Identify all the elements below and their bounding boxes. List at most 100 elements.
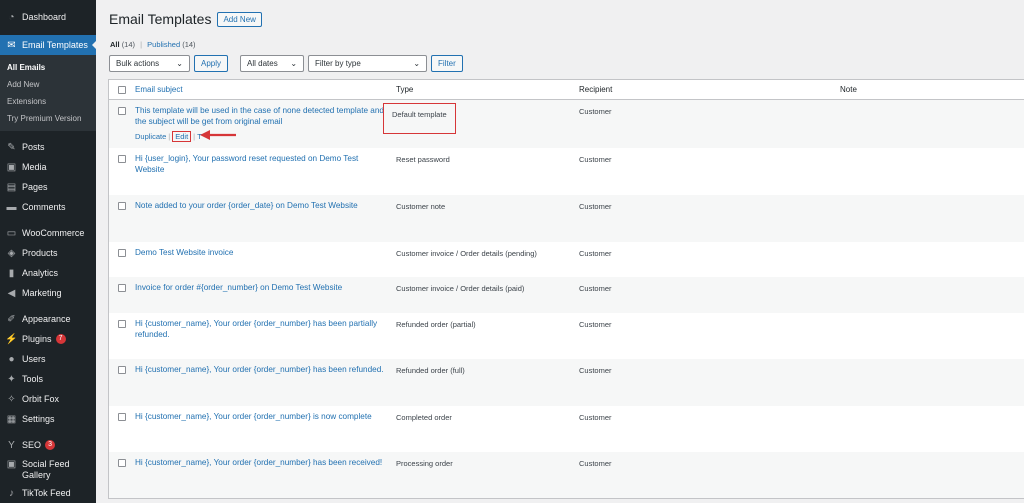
sidebar-item-label: Posts bbox=[22, 142, 45, 152]
view-separator: | bbox=[140, 40, 143, 49]
sidebar-item-orbit-fox[interactable]: ✧ Orbit Fox bbox=[0, 389, 96, 409]
table-row: Hi {customer_name}, Your order {order_nu… bbox=[109, 313, 1024, 359]
table-row: Hi {customer_name}, Your order {order_nu… bbox=[109, 452, 1024, 498]
plugins-icon: ⚡ bbox=[5, 333, 18, 345]
seo-notification-badge: 3 bbox=[45, 440, 56, 450]
filter-button[interactable]: Filter bbox=[431, 55, 463, 72]
sidebar-item-label: Plugins bbox=[22, 334, 52, 344]
select-all-checkbox[interactable] bbox=[118, 85, 126, 94]
bulk-actions-select[interactable]: Bulk actions ⌄ bbox=[109, 55, 190, 72]
edit-link[interactable]: Edit bbox=[172, 131, 192, 142]
row-checkbox[interactable] bbox=[118, 155, 126, 163]
email-subject-link[interactable]: Invoice for order #{order_number} on Dem… bbox=[135, 277, 396, 293]
row-checkbox[interactable] bbox=[118, 107, 126, 115]
submenu-extensions[interactable]: Extensions bbox=[0, 93, 96, 110]
column-email-subject[interactable]: Email subject bbox=[135, 85, 396, 94]
sidebar-item-marketing[interactable]: ◀ Marketing bbox=[0, 283, 96, 303]
email-subject-link[interactable]: Hi {user_login}, Your password reset req… bbox=[135, 148, 396, 175]
row-checkbox[interactable] bbox=[118, 413, 126, 421]
table-row: Note added to your order {order_date} on… bbox=[109, 195, 1024, 242]
row-checkbox[interactable] bbox=[118, 202, 126, 210]
note-cell bbox=[840, 100, 1024, 107]
products-icon: ◈ bbox=[7, 247, 16, 259]
row-actions: Duplicate | Edit | T bbox=[135, 131, 386, 142]
sidebar-item-pages[interactable]: ▤ Pages bbox=[0, 177, 96, 197]
email-subject-link[interactable]: Hi {customer_name}, Your order {order_nu… bbox=[135, 406, 396, 422]
email-subject-link[interactable]: Hi {customer_name}, Your order {order_nu… bbox=[135, 452, 396, 468]
social-feed-icon: ▣ bbox=[6, 459, 17, 470]
email-icon: ✉ bbox=[7, 39, 16, 51]
annotation-arrow-icon bbox=[200, 129, 238, 141]
row-checkbox-cell bbox=[109, 242, 135, 257]
apply-button[interactable]: Apply bbox=[194, 55, 229, 72]
email-subject-link[interactable]: This template will be used in the case o… bbox=[135, 100, 386, 127]
email-subject-link[interactable]: Hi {customer_name}, Your order {order_nu… bbox=[135, 313, 396, 340]
select-all-cell bbox=[109, 85, 135, 94]
dates-select[interactable]: All dates ⌄ bbox=[240, 55, 305, 72]
sidebar-item-analytics[interactable]: ▮ Analytics bbox=[0, 263, 96, 283]
row-checkbox[interactable] bbox=[118, 249, 126, 257]
note-cell bbox=[840, 242, 1024, 249]
add-new-button[interactable]: Add New bbox=[217, 11, 262, 27]
pages-icon: ▤ bbox=[6, 181, 17, 193]
email-subject-link[interactable]: Note added to your order {order_date} on… bbox=[135, 195, 396, 211]
users-icon: ● bbox=[8, 353, 15, 365]
type-cell: Customer invoice / Order details (pendin… bbox=[396, 249, 537, 258]
view-all-link[interactable]: All bbox=[110, 40, 120, 49]
row-checkbox[interactable] bbox=[118, 320, 126, 328]
sidebar-item-label: Social Feed Gallery bbox=[22, 459, 70, 480]
sidebar-item-woocommerce[interactable]: ▭ WooCommerce bbox=[0, 223, 96, 243]
dashboard-icon: ◔ bbox=[8, 11, 15, 23]
row-checkbox[interactable] bbox=[118, 366, 126, 374]
sidebar-item-email-templates[interactable]: ✉ Email Templates bbox=[0, 35, 97, 55]
sidebar-item-label: TikTok Feed bbox=[22, 488, 71, 498]
submenu-add-new[interactable]: Add New bbox=[0, 76, 96, 93]
sidebar-item-plugins[interactable]: ⚡ Plugins 7 bbox=[0, 329, 96, 349]
type-cell: Customer invoice / Order details (paid) bbox=[396, 284, 525, 293]
analytics-icon: ▮ bbox=[8, 267, 15, 279]
duplicate-link[interactable]: Duplicate bbox=[135, 132, 166, 141]
chevron-down-icon: ⌄ bbox=[290, 59, 298, 68]
row-checkbox-cell bbox=[109, 313, 135, 328]
row-checkbox[interactable] bbox=[118, 284, 126, 292]
view-published-link[interactable]: Published bbox=[147, 40, 180, 49]
row-checkbox[interactable] bbox=[118, 459, 126, 467]
submenu-try-premium[interactable]: Try Premium Version bbox=[0, 110, 96, 127]
sidebar-item-products[interactable]: ◈ Products bbox=[0, 243, 96, 263]
sidebar-item-settings[interactable]: ▦ Settings bbox=[0, 409, 96, 429]
submenu-all-emails[interactable]: All Emails bbox=[0, 59, 96, 76]
note-cell bbox=[840, 148, 1024, 155]
table-row: Hi {customer_name}, Your order {order_nu… bbox=[109, 359, 1024, 406]
sidebar-item-label: Comments bbox=[22, 202, 66, 212]
sidebar-item-label: Marketing bbox=[22, 288, 62, 298]
sidebar-item-tools[interactable]: ✦ Tools bbox=[0, 369, 96, 389]
status-views: All (14) | Published (14) bbox=[110, 40, 196, 49]
sidebar-item-label: Media bbox=[22, 162, 47, 172]
view-published-count: (14) bbox=[182, 40, 196, 49]
email-templates-submenu: All Emails Add New Extensions Try Premiu… bbox=[0, 55, 96, 131]
sidebar-item-label: Products bbox=[22, 248, 58, 258]
appearance-icon: ✐ bbox=[7, 313, 16, 325]
recipient-cell: Customer bbox=[579, 107, 612, 116]
sidebar-item-label: Appearance bbox=[22, 314, 71, 324]
sidebar-item-label: Pages bbox=[22, 182, 48, 192]
sidebar-item-seo[interactable]: Y SEO 3 bbox=[0, 435, 96, 455]
sidebar-item-dashboard[interactable]: ◔ Dashboard bbox=[0, 7, 96, 27]
marketing-icon: ◀ bbox=[7, 287, 16, 299]
type-filter-select[interactable]: Filter by type ⌄ bbox=[308, 55, 428, 72]
email-subject-link[interactable]: Demo Test Website invoice bbox=[135, 242, 396, 258]
seo-icon: Y bbox=[8, 439, 15, 451]
sidebar-item-posts[interactable]: ✎ Posts bbox=[0, 137, 96, 157]
email-subject-link[interactable]: Hi {customer_name}, Your order {order_nu… bbox=[135, 359, 396, 375]
column-recipient: Recipient bbox=[579, 85, 613, 94]
table-row: Invoice for order #{order_number} on Dem… bbox=[109, 277, 1024, 313]
sidebar-item-media[interactable]: ▣ Media bbox=[0, 157, 96, 177]
row-checkbox-cell bbox=[109, 406, 135, 421]
dates-value: All dates bbox=[247, 59, 278, 68]
sidebar-item-tiktok-feed[interactable]: ♪ TikTok Feed bbox=[0, 483, 96, 503]
sidebar-item-users[interactable]: ● Users bbox=[0, 349, 96, 369]
sidebar-item-appearance[interactable]: ✐ Appearance bbox=[0, 309, 96, 329]
tools-icon: ✦ bbox=[7, 373, 16, 385]
sidebar-item-comments[interactable]: ▬ Comments bbox=[0, 197, 96, 217]
sidebar-item-social-feed-gallery[interactable]: ▣ Social Feed Gallery bbox=[0, 455, 96, 483]
